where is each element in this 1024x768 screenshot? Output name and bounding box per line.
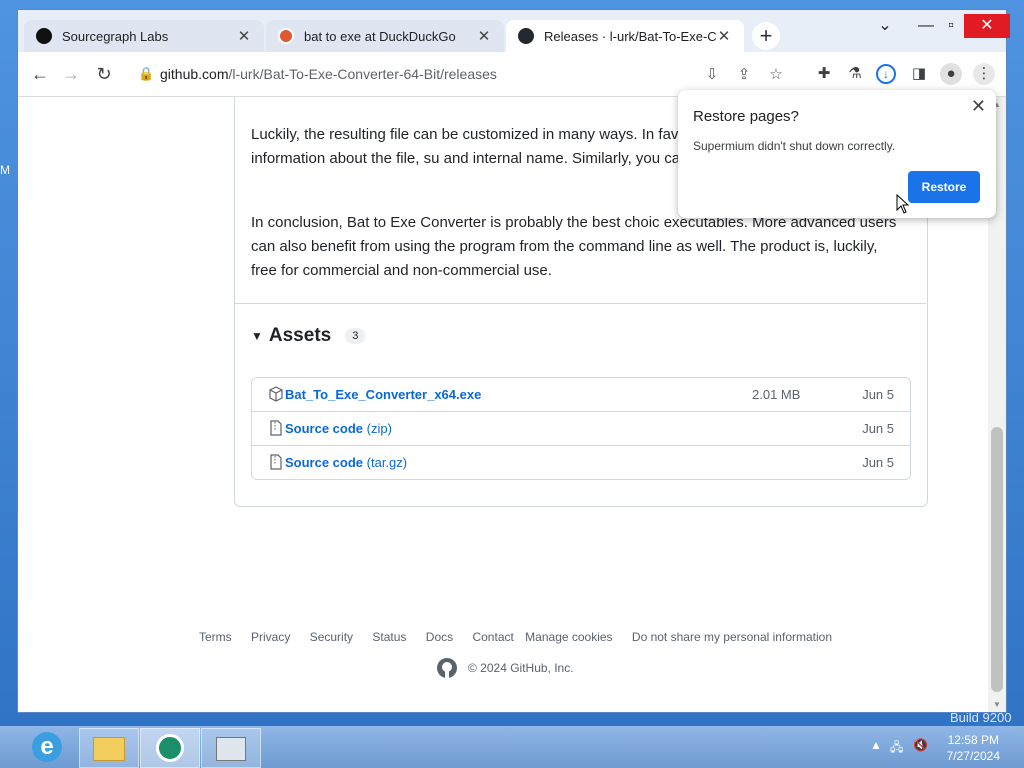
tab-title: bat to exe at DuckDuckGo [304,28,456,44]
asset-date: Jun 5 [862,455,894,470]
file-explorer-icon[interactable] [79,728,139,768]
tab-releases[interactable]: Releases · l-urk/Bat-To-Exe-Converter-64… [506,20,744,52]
asset-row: Source code (zip) Jun 5 [252,412,910,446]
divider [234,303,926,304]
network-icon[interactable]: 🖧 [890,738,903,759]
clock-date: 7/27/2024 [946,749,1000,763]
tab-title: Releases · l-urk/Bat-To-Exe-Converter-64… [544,28,716,44]
footer-link-security[interactable]: Security [310,630,353,644]
show-hidden-icons-icon[interactable]: ▲ [870,738,882,752]
footer-link-manage-cookies[interactable]: Manage cookies [525,630,612,644]
taskbar: e ▲ 🖧 🔇 12:58 PM 7/27/2024 [0,726,1024,768]
package-icon [269,386,283,402]
close-icon[interactable]: ✕ [716,27,732,45]
desktop-edge-text: M [0,163,10,177]
forward-icon[interactable]: → [58,61,84,87]
asset-name: Bat_To_Exe_Converter_x64.exe [285,387,482,402]
extensions-icon[interactable]: ✚ [813,63,835,85]
file-zip-icon [270,454,282,470]
mouse-cursor-icon [896,194,910,214]
asset-suffix: (zip) [366,421,392,436]
tab-duckduckgo[interactable]: bat to exe at DuckDuckGo ✕ [266,20,504,52]
dialog-title: Restore pages? [693,108,799,125]
clock-time: 12:58 PM [947,733,999,747]
profile-icon[interactable]: ● [940,63,962,85]
close-icon[interactable]: ✕ [476,27,492,45]
new-tab-button[interactable]: + [752,22,780,50]
tab-search-icon[interactable]: ⌄ [870,14,900,38]
volume-muted-icon[interactable]: 🔇 [913,738,928,752]
tab-strip: Sourcegraph Labs ✕ bat to exe at DuckDuc… [18,10,1010,52]
github-logo-icon[interactable] [436,657,458,679]
browser-window: Sourcegraph Labs ✕ bat to exe at DuckDuc… [18,10,1010,712]
footer-link-terms[interactable]: Terms [199,630,232,644]
restore-button[interactable]: Restore [908,171,980,203]
sourcegraph-icon [36,28,52,44]
maximize-button[interactable]: ▫ [936,14,966,38]
control-panel-icon[interactable] [201,728,261,768]
dialog-message: Supermium didn't shut down correctly. [693,139,896,153]
asset-row: Bat_To_Exe_Converter_x64.exe 2.01 MB Jun… [252,378,910,412]
scrollbar-thumb[interactable] [991,427,1003,692]
footer-link-status[interactable]: Status [372,630,406,644]
tab-sourcegraph[interactable]: Sourcegraph Labs ✕ [24,20,264,52]
scroll-down-arrow-icon[interactable]: ▼ [993,700,1001,709]
caret-down-icon: ▼ [251,329,263,343]
asset-name: Source code [285,421,364,436]
download-icon[interactable]: ↓ [876,64,896,84]
close-icon[interactable]: ✕ [236,27,252,45]
assets-header[interactable]: ▼ Assets 3 [251,325,366,347]
footer-links: Terms Privacy Security Status Docs Conta… [199,630,848,644]
build-watermark: Build 9200 [950,710,1012,725]
url-text[interactable]: github.com/l-urk/Bat-To-Exe-Converter-64… [160,66,702,82]
asset-link[interactable]: Source code (tar.gz) [285,455,407,470]
back-icon[interactable]: ← [27,61,53,87]
supermium-browser-icon[interactable] [140,728,200,768]
internet-explorer-icon[interactable]: e [18,728,76,766]
assets-count-badge: 3 [345,328,366,344]
asset-date: Jun 5 [862,387,894,402]
share-icon[interactable]: ⇪ [734,65,754,83]
footer-link-contact[interactable]: Contact [472,630,513,644]
asset-name: Source code [285,455,364,470]
address-bar[interactable]: 🔒 github.com/l-urk/Bat-To-Exe-Converter-… [128,58,798,90]
window-close-button[interactable]: ✕ [964,14,1010,38]
asset-size: 2.01 MB [752,387,801,402]
url-host: github.com [160,66,229,82]
asset-link[interactable]: Source code (zip) [285,421,392,436]
github-icon [518,28,534,44]
asset-row: Source code (tar.gz) Jun 5 [252,446,910,479]
assets-list: Bat_To_Exe_Converter_x64.exe 2.01 MB Jun… [251,377,911,480]
url-path: /l-urk/Bat-To-Exe-Converter-64-Bit/relea… [228,66,497,82]
tab-title: Sourcegraph Labs [62,28,169,44]
footer-link-privacy[interactable]: Privacy [251,630,290,644]
asset-suffix: (tar.gz) [366,455,408,470]
install-app-icon[interactable]: ⇩ [702,65,722,83]
system-clock[interactable]: 12:58 PM 7/27/2024 [947,732,1000,764]
copyright-text: © 2024 GitHub, Inc. [468,661,574,675]
release-conclusion-paragraph: In conclusion, Bat to Exe Converter is p… [251,214,897,279]
reload-icon[interactable]: ↻ [91,61,117,87]
footer-copyright: © 2024 GitHub, Inc. [436,657,574,679]
lock-icon: 🔒 [138,66,155,81]
asset-link[interactable]: Bat_To_Exe_Converter_x64.exe [285,387,481,402]
footer-link-docs[interactable]: Docs [426,630,453,644]
side-panel-icon[interactable]: ◨ [908,63,930,85]
assets-title: Assets [268,325,332,346]
duckduckgo-icon [278,28,294,44]
close-icon[interactable]: ✕ [971,96,986,117]
restore-pages-dialog: Restore pages? ✕ Supermium didn't shut d… [678,90,996,218]
labs-flask-icon[interactable]: ⚗ [844,63,866,85]
footer-link-do-not-share[interactable]: Do not share my personal information [632,630,832,644]
file-zip-icon [270,420,282,436]
menu-kebab-icon[interactable]: ⋮ [973,63,995,85]
asset-date: Jun 5 [862,421,894,436]
bookmark-star-icon[interactable]: ☆ [766,65,786,83]
